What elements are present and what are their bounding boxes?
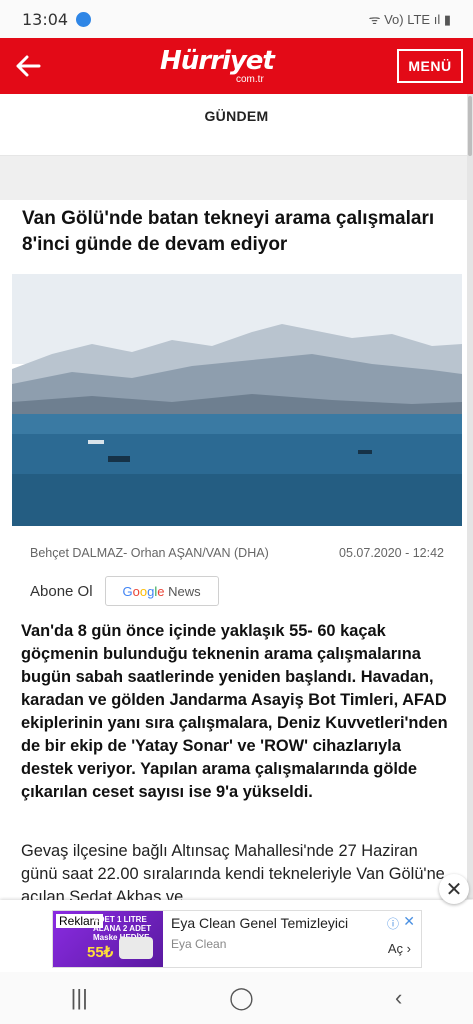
gnews-o1: o bbox=[132, 583, 140, 599]
ad-info-icon[interactable]: ⓘ bbox=[387, 915, 399, 932]
gnews-suffix: News bbox=[168, 583, 201, 599]
article-body: Gevaş ilçesine bağlı Altınsaç Mahallesi'… bbox=[21, 842, 445, 900]
article-title: Van Gölü'nde batan tekneyi arama çalışma… bbox=[22, 208, 435, 255]
follow-label: Abone Ol bbox=[30, 582, 93, 600]
ad-price: 55₺ bbox=[87, 944, 114, 961]
section-header: GÜNDEM bbox=[0, 94, 473, 156]
article-photo[interactable] bbox=[12, 274, 462, 526]
shazam-icon bbox=[76, 11, 92, 27]
article-lead: Van'da 8 gün önce içinde yaklaşık 55- 60… bbox=[21, 622, 448, 801]
article-title-card: Van Gölü'nde batan tekneyi arama çalışma… bbox=[12, 200, 462, 272]
article-meta: Behçet DALMAZ- Orhan AŞAN/VAN (DHA) 05.0… bbox=[30, 546, 444, 560]
back-icon[interactable]: ‹ bbox=[395, 985, 402, 1011]
article-date: 05.07.2020 - 12:42 bbox=[339, 546, 444, 560]
ad-title: Eya Clean Genel Temizleyici bbox=[171, 915, 349, 931]
scrollbar-track[interactable] bbox=[467, 94, 473, 899]
recent-apps-icon[interactable]: ||| bbox=[71, 985, 88, 1011]
home-icon[interactable]: ◯ bbox=[229, 985, 254, 1011]
ad-text[interactable]: Eya Clean Genel Temizleyici Eya Clean ⓘ … bbox=[163, 911, 421, 967]
status-time: 13:04 bbox=[22, 9, 69, 29]
scrollbar-thumb[interactable] bbox=[468, 96, 472, 156]
ad-dismiss-icon[interactable]: ✕ bbox=[403, 913, 415, 930]
gnews-g: G bbox=[122, 583, 133, 599]
follow-row: Abone Ol Google News bbox=[30, 576, 219, 606]
close-ad-icon[interactable]: ✕ bbox=[439, 874, 469, 904]
ad-sub: Eya Clean bbox=[171, 937, 227, 951]
status-icons: ᯤ Vo) LTE ıl ▮ bbox=[368, 12, 451, 27]
system-nav-bar: ||| ◯ ‹ bbox=[0, 972, 473, 1024]
site-logo-sub: com.tr bbox=[236, 74, 264, 85]
article-author: Behçet DALMAZ- Orhan AŞAN/VAN (DHA) bbox=[30, 546, 269, 560]
gnews-g2: g bbox=[147, 583, 155, 599]
gnews-e: e bbox=[157, 583, 165, 599]
ad-spacer bbox=[0, 156, 473, 200]
site-header: Hürriyet com.tr MENÜ bbox=[0, 38, 473, 94]
mask-image bbox=[119, 937, 153, 959]
ad-image[interactable]: Reklam ADET 1 LITRE ALANA 2 ADET Maske H… bbox=[53, 911, 163, 967]
section-label[interactable]: GÜNDEM bbox=[0, 94, 473, 124]
back-arrow-icon[interactable] bbox=[0, 38, 56, 94]
ad-inner[interactable]: Reklam ADET 1 LITRE ALANA 2 ADET Maske H… bbox=[52, 910, 422, 968]
gnews-o2: o bbox=[139, 583, 148, 599]
ad-banner[interactable]: ✕ Reklam ADET 1 LITRE ALANA 2 ADET Maske… bbox=[0, 874, 473, 972]
google-news-button[interactable]: Google News bbox=[104, 576, 219, 606]
menu-button[interactable]: MENÜ bbox=[397, 49, 463, 83]
site-logo[interactable]: Hürriyet bbox=[160, 46, 275, 76]
status-bar: 13:04 ᯤ Vo) LTE ıl ▮ bbox=[0, 0, 473, 38]
ad-open-button[interactable]: Aç › bbox=[388, 941, 411, 956]
